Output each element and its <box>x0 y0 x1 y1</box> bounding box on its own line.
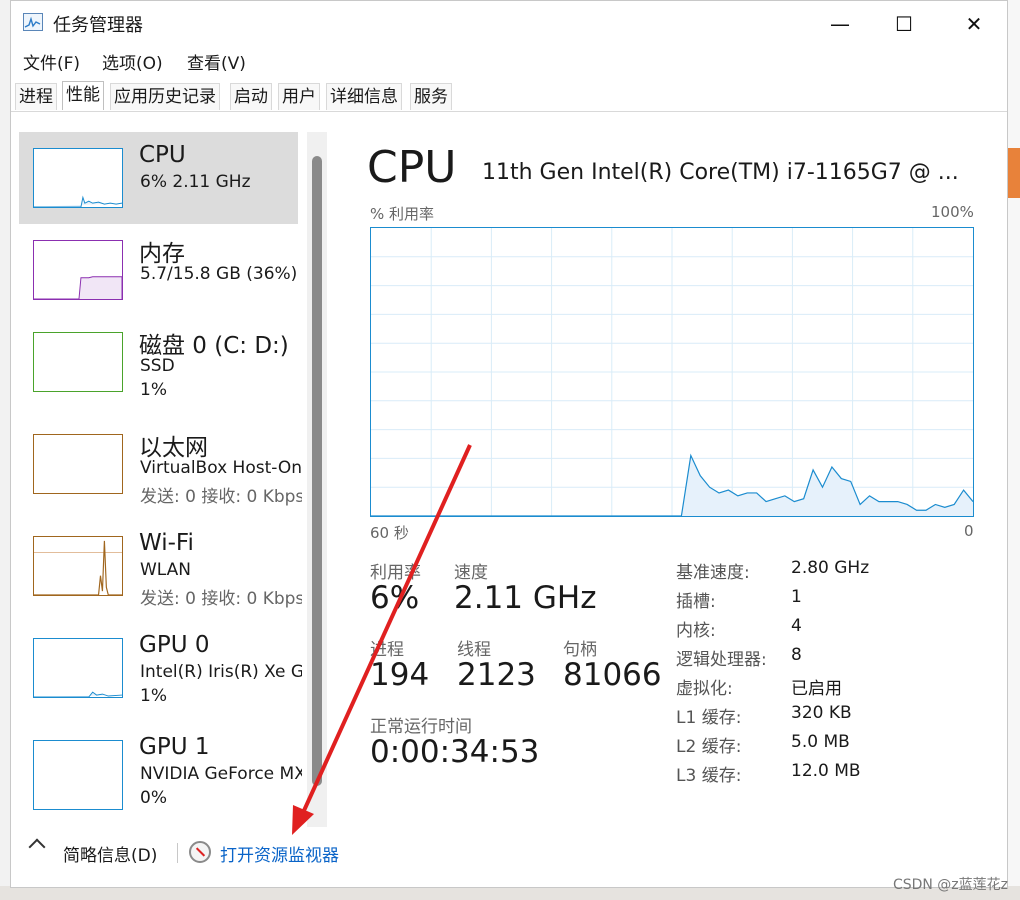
maximize-button[interactable]: ☐ <box>877 7 931 41</box>
spec-value: 320 KB <box>791 703 852 723</box>
spec-label: 逻辑处理器: <box>676 650 767 670</box>
sidebar-item-name: CPU <box>139 142 186 168</box>
cpu-utilization-graph <box>370 227 974 517</box>
background-accent <box>1008 148 1020 198</box>
cpu-thumbnail-graph <box>33 148 123 208</box>
background-window-right <box>1008 0 1020 900</box>
threads-value: 2123 <box>457 657 536 693</box>
spec-label: L2 缓存: <box>676 737 742 757</box>
handles-value: 81066 <box>563 657 662 693</box>
spec-value: 5.0 MB <box>791 732 850 752</box>
sidebar-item-detail: WLAN <box>140 560 192 580</box>
footer-divider <box>177 843 178 863</box>
sidebar-item-detail: 0% <box>140 788 167 808</box>
ethernet-thumbnail-graph <box>33 434 123 494</box>
resource-title: CPU <box>367 142 457 193</box>
gpu1-thumbnail-graph <box>33 740 123 810</box>
task-manager-app-icon <box>23 13 43 31</box>
performance-content: CPU 6% 2.11 GHz 内存 5.7/15.8 GB (36%) 磁盘 … <box>11 112 1007 832</box>
tab-performance[interactable]: 性能 <box>62 81 104 110</box>
task-manager-window: 任务管理器 — ☐ ✕ 文件(F) 选项(O) 查看(V) 进程 性能 应用历史… <box>10 0 1008 888</box>
open-resource-monitor-link[interactable]: 打开资源监视器 <box>220 841 339 866</box>
tab-app-history[interactable]: 应用历史记录 <box>110 83 220 110</box>
sidebar-item-name: GPU 1 <box>139 734 210 760</box>
sidebar-item-gpu0[interactable]: GPU 0 Intel(R) Iris(R) Xe Graphics 1% <box>19 622 302 714</box>
sidebar-item-name: GPU 0 <box>139 632 210 658</box>
sidebar-item-detail: VirtualBox Host-Only <box>140 458 302 478</box>
footer-bar: 简略信息(D) 打开资源监视器 <box>11 833 1007 873</box>
sidebar-item-detail: 1% <box>140 380 167 400</box>
sidebar-item-disk[interactable]: 磁盘 0 (C: D:) SSD 1% <box>19 316 298 408</box>
graph-axis-min: 0 <box>964 522 974 540</box>
tab-details[interactable]: 详细信息 <box>326 83 402 110</box>
sidebar-item-name: Wi-Fi <box>139 530 194 556</box>
tab-users[interactable]: 用户 <box>278 83 320 110</box>
watermark: CSDN @z蓝莲花z <box>892 877 1008 893</box>
menu-file[interactable]: 文件(F) <box>23 49 80 74</box>
sidebar-item-detail: 1% <box>140 686 167 706</box>
gpu0-thumbnail-graph <box>33 638 123 698</box>
spec-value: 12.0 MB <box>791 761 861 781</box>
utilization-value: 6% <box>370 580 420 616</box>
speed-value: 2.11 GHz <box>454 580 597 616</box>
cpu-utilization-graph-svg <box>371 228 973 516</box>
tab-services[interactable]: 服务 <box>410 83 452 110</box>
sidebar-item-detail: 发送: 0 接收: 0 Kbps <box>140 487 302 507</box>
tab-bar: 进程 性能 应用历史记录 启动 用户 详细信息 服务 <box>11 81 1007 112</box>
background-window-bottom <box>0 886 1020 900</box>
graph-axis-label: % 利用率 <box>370 205 435 223</box>
spec-label: 内核: <box>676 621 716 641</box>
tab-processes[interactable]: 进程 <box>15 83 57 110</box>
spec-value: 4 <box>791 616 802 636</box>
sidebar-item-wifi[interactable]: Wi-Fi WLAN 发送: 0 接收: 0 Kbps <box>19 520 302 612</box>
sidebar-item-name: 内存 <box>139 241 185 267</box>
memory-thumbnail-graph <box>33 240 123 300</box>
sidebar-item-detail: 5.7/15.8 GB (36%) <box>140 264 298 284</box>
processes-value: 194 <box>370 657 430 693</box>
cpu-model-name: 11th Gen Intel(R) Core(TM) i7-1165G7 @ .… <box>482 160 959 185</box>
graph-axis-max: 100% <box>931 203 974 221</box>
uptime-value: 0:00:34:53 <box>370 734 540 770</box>
title-bar[interactable]: 任务管理器 — ☐ ✕ <box>11 1 1007 45</box>
sidebar-item-ethernet[interactable]: 以太网 VirtualBox Host-Only 发送: 0 接收: 0 Kbp… <box>19 418 302 510</box>
sidebar-item-detail: NVIDIA GeForce MX <box>140 764 302 784</box>
sidebar-item-gpu1[interactable]: GPU 1 NVIDIA GeForce MX 0% <box>19 724 302 816</box>
sidebar-item-cpu[interactable]: CPU 6% 2.11 GHz <box>19 132 298 224</box>
window-title: 任务管理器 <box>53 15 143 36</box>
sidebar-item-memory[interactable]: 内存 5.7/15.8 GB (36%) <box>19 224 298 316</box>
graph-time-span: 60 秒 <box>370 524 409 542</box>
spec-value: 已启用 <box>791 679 842 699</box>
spec-label: L1 缓存: <box>676 708 742 728</box>
fewer-details-button[interactable]: 简略信息(D) <box>63 841 157 866</box>
sidebar-scrollbar[interactable] <box>307 132 327 827</box>
wifi-thumbnail-graph <box>33 536 123 596</box>
sidebar-item-detail: Intel(R) Iris(R) Xe Graphics <box>140 662 302 682</box>
minimize-button[interactable]: — <box>813 7 867 41</box>
spec-label: 插槽: <box>676 592 716 612</box>
sidebar-item-detail: SSD <box>140 356 175 376</box>
menu-bar: 文件(F) 选项(O) 查看(V) <box>11 47 1007 74</box>
sidebar-item-name: 磁盘 0 (C: D:) <box>139 333 289 359</box>
sidebar-scroll-thumb[interactable] <box>312 156 322 786</box>
chevron-up-icon[interactable] <box>28 838 46 856</box>
spec-value: 8 <box>791 645 802 665</box>
menu-view[interactable]: 查看(V) <box>187 49 246 74</box>
disk-thumbnail-graph <box>33 332 123 392</box>
close-button[interactable]: ✕ <box>947 7 1001 41</box>
sidebar-item-name: 以太网 <box>139 435 208 461</box>
tab-startup[interactable]: 启动 <box>230 83 272 110</box>
spec-value: 2.80 GHz <box>791 558 870 578</box>
sidebar-item-detail: 6% 2.11 GHz <box>140 172 251 192</box>
spec-label: 基准速度: <box>676 563 750 583</box>
spec-value: 1 <box>791 587 802 607</box>
spec-label: 虚拟化: <box>676 679 733 699</box>
sidebar-item-detail: 发送: 0 接收: 0 Kbps <box>140 589 302 609</box>
spec-label: L3 缓存: <box>676 766 742 786</box>
menu-options[interactable]: 选项(O) <box>102 49 163 74</box>
resource-monitor-icon[interactable] <box>189 841 211 863</box>
